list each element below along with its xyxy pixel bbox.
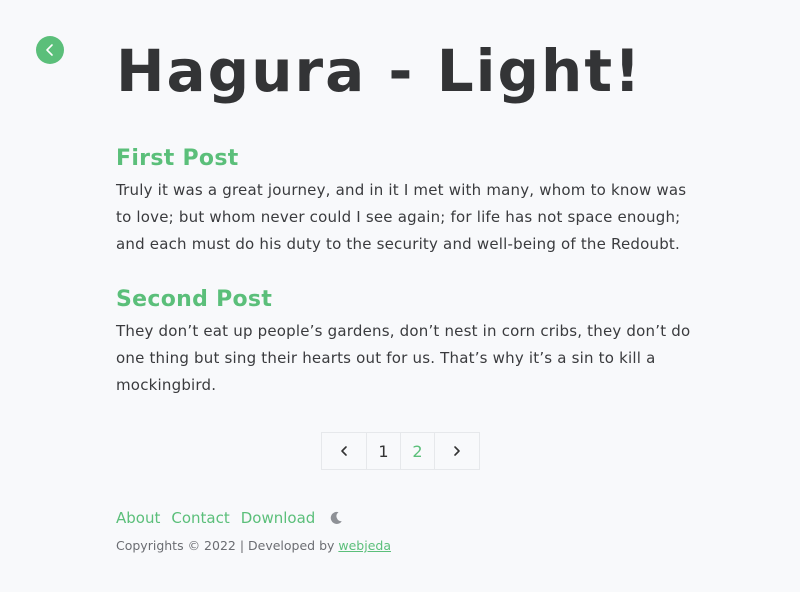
chevron-left-icon — [341, 446, 347, 456]
developer-link[interactable]: webjeda — [338, 538, 391, 553]
chevron-left-icon — [46, 44, 53, 56]
post-item: First Post Truly it was a great journey,… — [116, 143, 696, 258]
page-link-2-current[interactable]: 2 — [400, 432, 435, 470]
chevron-right-icon — [454, 446, 460, 456]
pagination: 1 2 — [321, 432, 480, 470]
page-link-1[interactable]: 1 — [366, 432, 401, 470]
previous-page-button[interactable] — [321, 432, 367, 470]
theme-toggle-button[interactable] — [328, 510, 344, 526]
copyright-line: Copyrights © 2022 | Developed by webjeda — [116, 537, 391, 555]
footer-link-contact[interactable]: Contact — [171, 507, 229, 529]
post-title-link[interactable]: First Post — [116, 143, 696, 175]
site-title[interactable]: Hagura - Light! — [116, 33, 643, 109]
copyright-text: Copyrights © 2022 | Developed by — [116, 538, 335, 553]
next-page-button[interactable] — [434, 432, 480, 470]
footer-link-download[interactable]: Download — [241, 507, 316, 529]
footer-nav: About Contact Download — [116, 507, 344, 529]
back-button[interactable] — [36, 36, 64, 64]
post-excerpt: They don’t eat up people’s gardens, don’… — [116, 322, 691, 394]
moon-icon — [331, 511, 343, 524]
post-item: Second Post They don’t eat up people’s g… — [116, 284, 696, 399]
post-excerpt: Truly it was a great journey, and in it … — [116, 181, 687, 253]
post-title-link[interactable]: Second Post — [116, 284, 696, 316]
footer-link-about[interactable]: About — [116, 507, 160, 529]
